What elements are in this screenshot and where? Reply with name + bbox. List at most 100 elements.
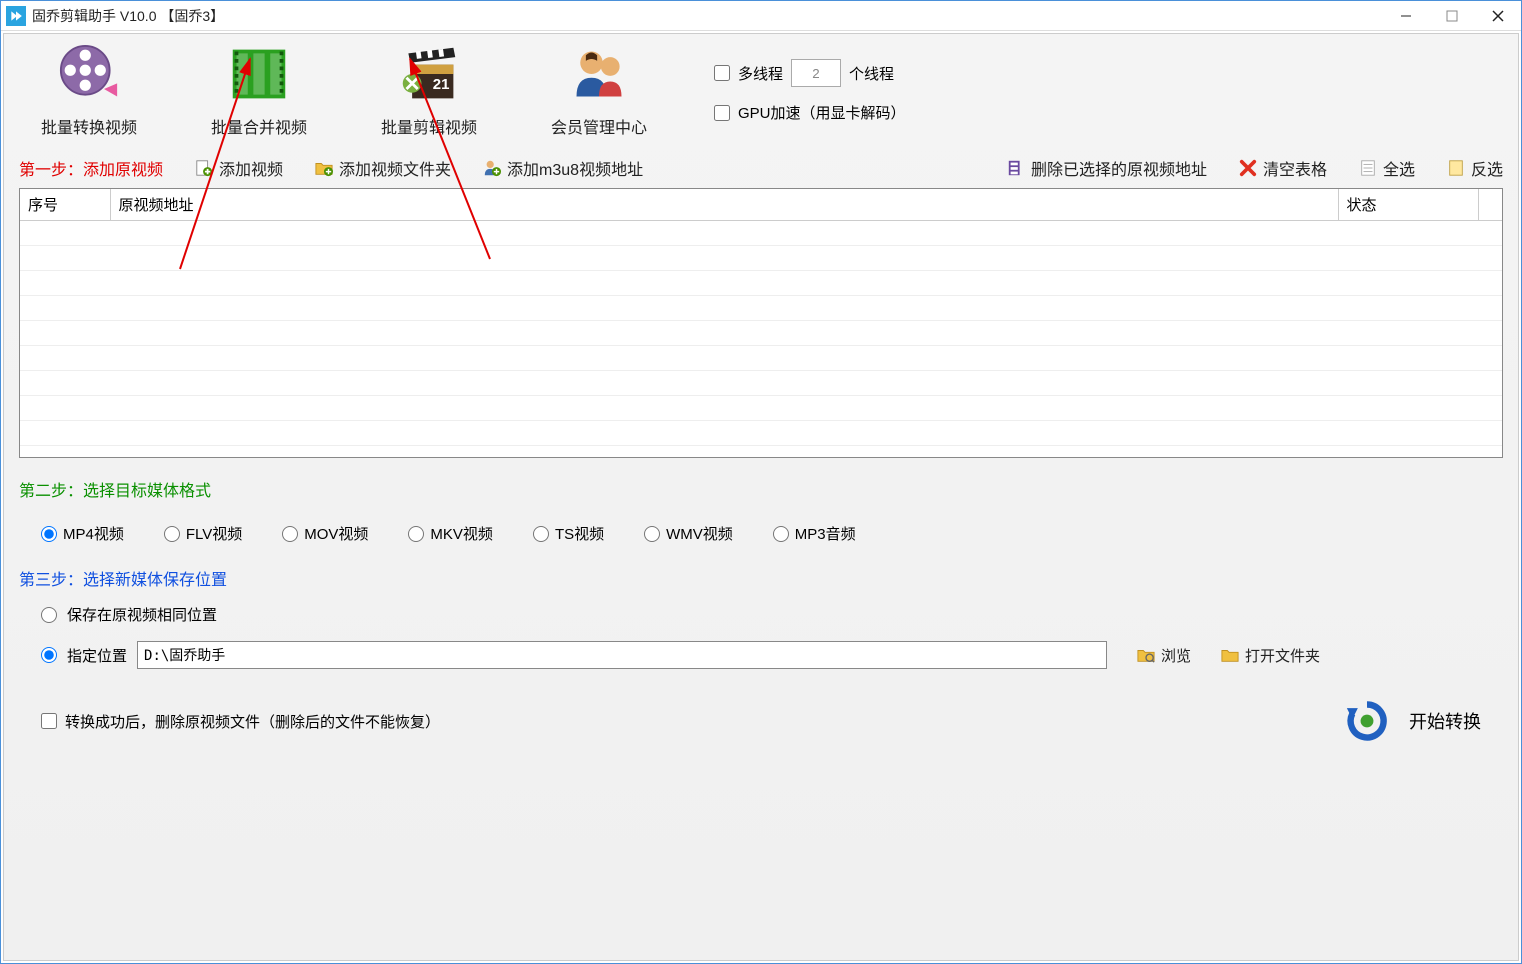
thread-unit-label: 个线程 bbox=[849, 63, 894, 84]
save-same-location-label: 保存在原视频相同位置 bbox=[67, 604, 217, 625]
table-row[interactable] bbox=[20, 421, 1502, 446]
table-row[interactable] bbox=[20, 396, 1502, 421]
step3-label: 第三步：选择新媒体保存位置 bbox=[19, 562, 1503, 594]
format-radio-mkv[interactable] bbox=[408, 526, 424, 542]
format-option-wmv[interactable]: WMV视频 bbox=[644, 523, 733, 544]
save-path-input[interactable] bbox=[137, 641, 1107, 669]
clapperboard-icon: 21 bbox=[399, 44, 459, 104]
col-spacer bbox=[1478, 189, 1502, 221]
format-option-mp3[interactable]: MP3音频 bbox=[773, 523, 856, 544]
format-label-ts: TS视频 bbox=[555, 523, 604, 544]
open-folder-button[interactable]: 打开文件夹 bbox=[1221, 645, 1320, 666]
add-video-label: 添加视频 bbox=[219, 156, 283, 180]
clear-table-label: 清空表格 bbox=[1263, 156, 1327, 180]
format-radio-flv[interactable] bbox=[164, 526, 180, 542]
add-m3u8-label: 添加m3u8视频地址 bbox=[507, 156, 643, 180]
col-seq[interactable]: 序号 bbox=[20, 189, 110, 221]
format-option-mkv[interactable]: MKV视频 bbox=[408, 523, 493, 544]
add-folder-label: 添加视频文件夹 bbox=[339, 156, 451, 180]
refresh-icon bbox=[1345, 699, 1389, 743]
users-icon bbox=[569, 44, 629, 104]
format-option-mp4[interactable]: MP4视频 bbox=[41, 523, 124, 544]
svg-text:21: 21 bbox=[433, 76, 450, 93]
member-center-label: 会员管理中心 bbox=[551, 114, 647, 138]
step1-row: 第一步：添加原视频 添加视频 添加视频文件夹 添加m3u8视频地址 删除已选择的… bbox=[19, 148, 1503, 188]
format-option-mov[interactable]: MOV视频 bbox=[282, 523, 368, 544]
page-alt-icon bbox=[1447, 159, 1465, 177]
format-options: MP4视频 FLV视频 MOV视频 MKV视频 TS视频 WMV视频 MP3音频 bbox=[19, 505, 1503, 562]
multithread-label: 多线程 bbox=[738, 63, 783, 84]
save-custom-location-radio[interactable] bbox=[41, 647, 57, 663]
user-add-icon bbox=[483, 159, 501, 177]
folder-search-icon bbox=[1137, 646, 1155, 664]
member-center-button[interactable]: 会员管理中心 bbox=[544, 44, 654, 138]
film-strip-icon bbox=[229, 44, 289, 104]
gpu-accel-label: GPU加速（用显卡解码） bbox=[738, 102, 906, 123]
gpu-accel-checkbox[interactable] bbox=[714, 105, 730, 121]
format-label-wmv: WMV视频 bbox=[666, 523, 733, 544]
invert-select-button[interactable]: 反选 bbox=[1447, 156, 1503, 180]
add-file-icon bbox=[195, 159, 213, 177]
format-option-ts[interactable]: TS视频 bbox=[533, 523, 604, 544]
table-row[interactable] bbox=[20, 321, 1502, 346]
batch-edit-button[interactable]: 21 批量剪辑视频 bbox=[374, 44, 484, 138]
table-row[interactable] bbox=[20, 296, 1502, 321]
titlebar: 固乔剪辑助手 V10.0 【固乔3】 bbox=[1, 1, 1521, 31]
batch-convert-button[interactable]: 批量转换视频 bbox=[34, 44, 144, 138]
table-row[interactable] bbox=[20, 221, 1502, 246]
page-icon bbox=[1359, 159, 1377, 177]
table-row[interactable] bbox=[20, 271, 1502, 296]
remove-selected-label: 删除已选择的原视频地址 bbox=[1031, 156, 1207, 180]
format-label-mov: MOV视频 bbox=[304, 523, 368, 544]
step2-label: 第二步：选择目标媒体格式 bbox=[19, 473, 1503, 505]
col-status[interactable]: 状态 bbox=[1338, 189, 1478, 221]
close-button[interactable] bbox=[1475, 1, 1521, 31]
batch-merge-label: 批量合并视频 bbox=[211, 114, 307, 138]
delete-after-checkbox[interactable] bbox=[41, 713, 57, 729]
remove-selected-button[interactable]: 删除已选择的原视频地址 bbox=[1007, 156, 1207, 180]
col-addr[interactable]: 原视频地址 bbox=[110, 189, 1338, 221]
folder-add-icon bbox=[315, 159, 333, 177]
table-row[interactable] bbox=[20, 346, 1502, 371]
format-radio-mp3[interactable] bbox=[773, 526, 789, 542]
format-radio-mov[interactable] bbox=[282, 526, 298, 542]
format-label-mp3: MP3音频 bbox=[795, 523, 856, 544]
add-folder-button[interactable]: 添加视频文件夹 bbox=[315, 156, 451, 180]
main-toolbar: 批量转换视频 批量合并视频 bbox=[19, 39, 1503, 148]
batch-convert-label: 批量转换视频 bbox=[41, 114, 137, 138]
step1-label: 第一步：添加原视频 bbox=[19, 152, 163, 184]
batch-merge-button[interactable]: 批量合并视频 bbox=[204, 44, 314, 138]
clear-table-button[interactable]: 清空表格 bbox=[1239, 156, 1327, 180]
multithread-checkbox[interactable] bbox=[714, 65, 730, 81]
thread-count-input[interactable] bbox=[791, 59, 841, 87]
browse-button[interactable]: 浏览 bbox=[1137, 645, 1191, 666]
table-row[interactable] bbox=[20, 246, 1502, 271]
format-radio-mp4[interactable] bbox=[41, 526, 57, 542]
invert-select-label: 反选 bbox=[1471, 156, 1503, 180]
delete-x-icon bbox=[1239, 159, 1257, 177]
format-label-flv: FLV视频 bbox=[186, 523, 242, 544]
start-convert-button[interactable]: 开始转换 bbox=[1345, 699, 1481, 743]
start-convert-label: 开始转换 bbox=[1409, 708, 1481, 734]
table-row[interactable] bbox=[20, 371, 1502, 396]
save-same-location-radio[interactable] bbox=[41, 607, 57, 623]
maximize-button[interactable] bbox=[1429, 1, 1475, 31]
film-remove-icon bbox=[1007, 159, 1025, 177]
batch-edit-label: 批量剪辑视频 bbox=[381, 114, 477, 138]
format-option-flv[interactable]: FLV视频 bbox=[164, 523, 242, 544]
select-all-button[interactable]: 全选 bbox=[1359, 156, 1415, 180]
format-radio-wmv[interactable] bbox=[644, 526, 660, 542]
add-video-button[interactable]: 添加视频 bbox=[195, 156, 283, 180]
video-table-grid: 序号 原视频地址 状态 bbox=[20, 189, 1502, 446]
minimize-button[interactable] bbox=[1383, 1, 1429, 31]
window-title: 固乔剪辑助手 V10.0 【固乔3】 bbox=[32, 6, 224, 26]
select-all-label: 全选 bbox=[1383, 156, 1415, 180]
save-custom-location-label: 指定位置 bbox=[67, 645, 127, 666]
video-table[interactable]: 序号 原视频地址 状态 bbox=[19, 188, 1503, 458]
format-radio-ts[interactable] bbox=[533, 526, 549, 542]
thread-options: 多线程 个线程 GPU加速（用显卡解码） bbox=[714, 44, 906, 123]
add-m3u8-button[interactable]: 添加m3u8视频地址 bbox=[483, 156, 643, 180]
app-icon bbox=[6, 6, 26, 26]
browse-label: 浏览 bbox=[1161, 645, 1191, 666]
film-reel-icon bbox=[59, 44, 119, 104]
